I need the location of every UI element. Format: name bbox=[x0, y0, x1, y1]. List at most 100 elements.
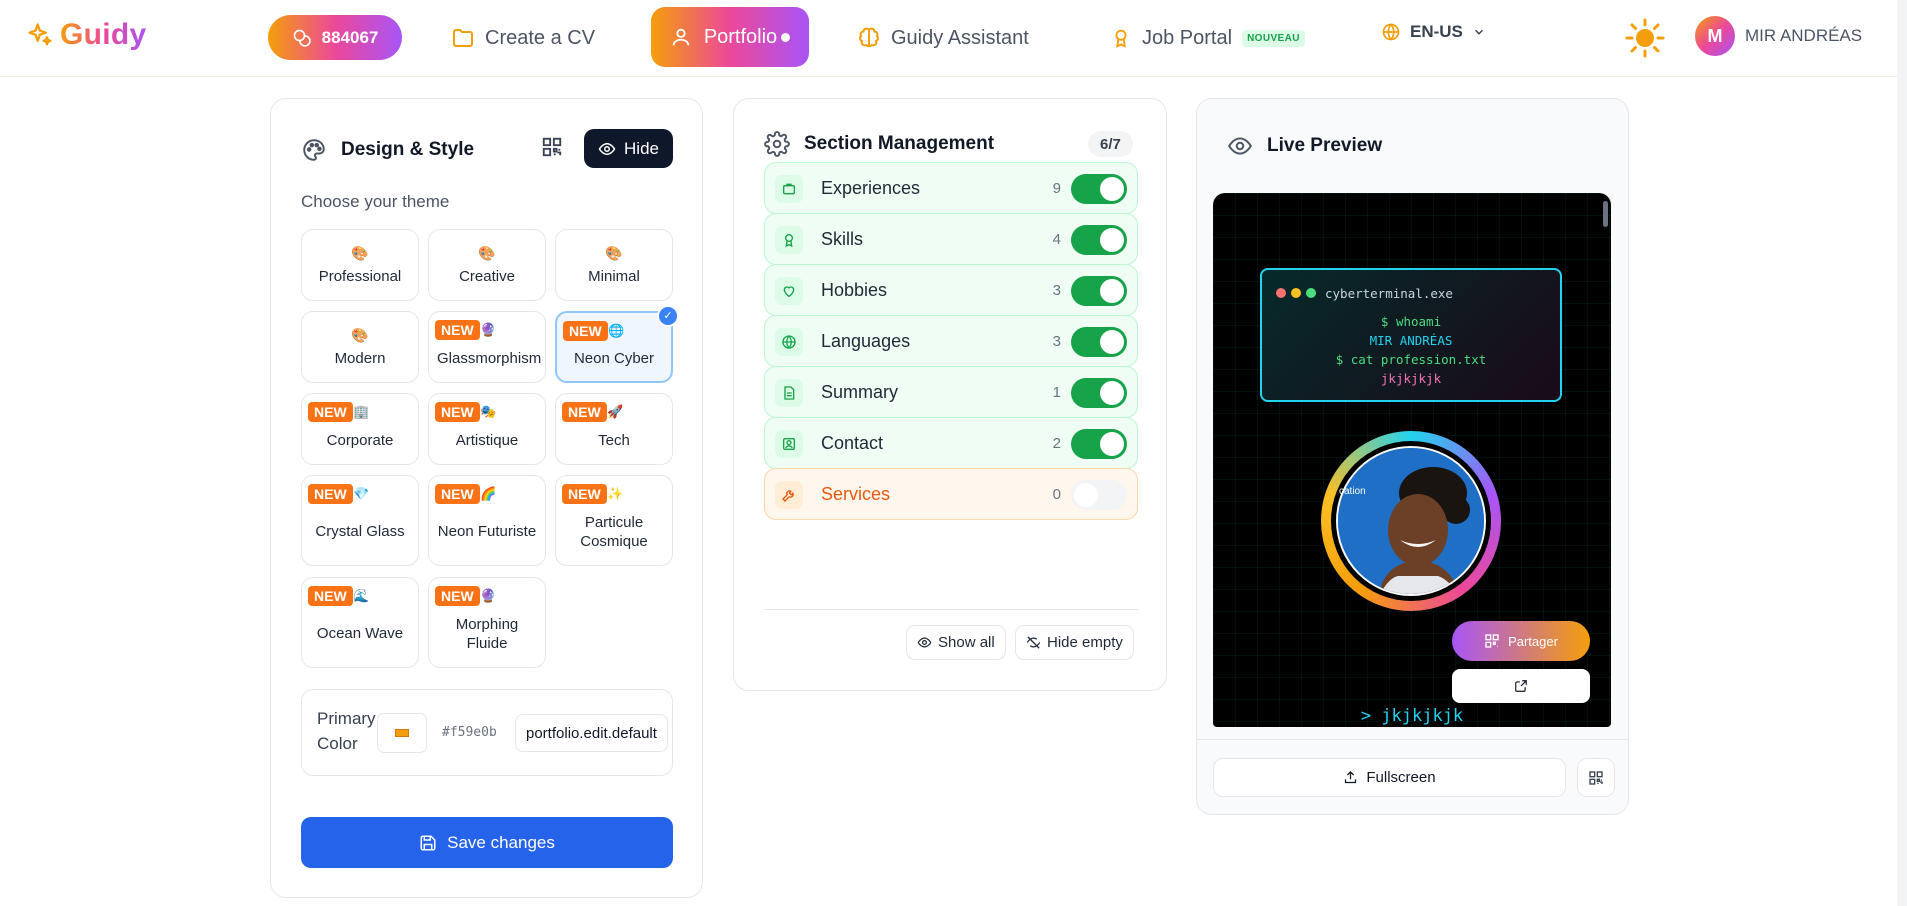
section-management-title: Section Management bbox=[804, 133, 995, 154]
live-preview-header: Live Preview bbox=[1227, 133, 1382, 159]
theme-emoji-icon: 🌐 bbox=[608, 323, 625, 338]
active-dot bbox=[781, 32, 791, 42]
user-menu[interactable]: M MIR ANDRÉAS bbox=[1695, 16, 1862, 56]
theme-card[interactable]: NEW 🌐 Neon Cyber ✓ bbox=[555, 305, 679, 383]
language-label: EN-US bbox=[1410, 22, 1463, 41]
theme-card[interactable]: NEW 🔮 Glassmorphism bbox=[428, 311, 546, 383]
coins-icon bbox=[293, 29, 311, 47]
fullscreen-button[interactable]: Fullscreen bbox=[1213, 758, 1566, 797]
section-toggle[interactable] bbox=[1071, 327, 1127, 357]
section-toggle[interactable] bbox=[1071, 174, 1127, 204]
show-all-label: Show all bbox=[938, 634, 995, 651]
primary-color-section: Primary Color #f59e0b portfolio.edit.def… bbox=[301, 689, 673, 776]
qr-code-button[interactable] bbox=[1577, 758, 1615, 797]
preview-tagline: > jkjkjkjk bbox=[1360, 706, 1464, 726]
section-row[interactable]: Contact 2 bbox=[764, 417, 1138, 469]
section-row[interactable]: Skills 4 bbox=[764, 213, 1138, 265]
nav-guidy-assistant[interactable]: Guidy Assistant bbox=[857, 18, 1029, 58]
hide-button[interactable]: Hide bbox=[584, 129, 673, 168]
live-preview-panel: Live Preview cyberterminal.exe $ whoami … bbox=[1196, 98, 1629, 815]
chevron-down-icon bbox=[1474, 29, 1483, 35]
section-label: Skills bbox=[821, 228, 864, 249]
show-all-button[interactable]: Show all bbox=[906, 625, 1006, 660]
save-changes-button[interactable]: Save changes bbox=[301, 817, 673, 868]
nav-create-cv[interactable]: Create a CV bbox=[451, 18, 595, 58]
section-toggle[interactable] bbox=[1071, 480, 1127, 510]
theme-card[interactable]: NEW 🌈 Neon Futuriste bbox=[428, 475, 546, 566]
new-badge: NEW bbox=[308, 484, 353, 504]
palette-emoji-icon: 🎨 bbox=[478, 244, 496, 261]
globe-icon bbox=[1382, 23, 1400, 41]
theme-card[interactable]: NEW 🌊 Ocean Wave bbox=[301, 577, 419, 668]
section-toggle[interactable] bbox=[1071, 276, 1127, 306]
award-icon bbox=[775, 226, 803, 254]
eye-icon bbox=[917, 637, 932, 648]
primary-color-label: Primary Color bbox=[317, 709, 376, 753]
theme-emoji-icon: 🔮 bbox=[480, 588, 497, 603]
theme-card[interactable]: 🎨 Modern bbox=[301, 311, 419, 383]
logo-text: Guidy bbox=[60, 18, 147, 51]
section-toggle[interactable] bbox=[1071, 225, 1127, 255]
theme-card[interactable]: NEW 🎭 Artistique bbox=[428, 393, 546, 465]
hide-empty-button[interactable]: Hide empty bbox=[1015, 625, 1134, 660]
theme-emoji-icon: 🌊 bbox=[353, 588, 370, 603]
theme-name: Tech bbox=[598, 431, 630, 449]
theme-card[interactable]: NEW 🚀 Tech bbox=[555, 393, 673, 465]
preview-scrollbar[interactable] bbox=[1603, 201, 1608, 227]
section-row[interactable]: Languages 3 bbox=[764, 315, 1138, 367]
section-label: Experiences bbox=[821, 177, 921, 198]
new-badge: NEW bbox=[435, 320, 480, 340]
theme-card[interactable]: NEW 💎 Crystal Glass bbox=[301, 475, 419, 566]
new-badge: NEW bbox=[308, 402, 353, 422]
share-button[interactable]: Partager bbox=[1452, 621, 1590, 661]
new-badge: NEW bbox=[562, 484, 607, 504]
points-value: 884067 bbox=[321, 27, 379, 47]
theme-name: Modern bbox=[334, 349, 386, 367]
section-row[interactable]: Summary 1 bbox=[764, 366, 1138, 418]
theme-card[interactable]: 🎨 Minimal bbox=[555, 229, 673, 301]
top-navigation: Guidy 884067 Create a CV Portfolio Guidy… bbox=[0, 0, 1907, 77]
section-row[interactable]: Services 0 bbox=[764, 468, 1138, 520]
theme-card[interactable]: NEW ✨ Particule Cosmique bbox=[555, 475, 673, 566]
color-picker[interactable] bbox=[377, 713, 427, 753]
section-toggle[interactable] bbox=[1071, 429, 1127, 459]
portfolio-preview[interactable]: cyberterminal.exe $ whoami MIR ANDRÉAS $… bbox=[1213, 193, 1611, 727]
file-text-icon bbox=[775, 379, 803, 407]
section-label: Contact bbox=[821, 432, 884, 453]
theme-card[interactable]: NEW 🏢 Corporate bbox=[301, 393, 419, 465]
section-item-count: 0 bbox=[1052, 485, 1061, 503]
nav-portfolio[interactable]: Portfolio bbox=[651, 7, 809, 67]
logo[interactable]: Guidy bbox=[26, 18, 147, 52]
profile-photo bbox=[1336, 446, 1486, 596]
fullscreen-label: Fullscreen bbox=[1366, 769, 1436, 786]
language-selector[interactable]: EN-US bbox=[1381, 22, 1486, 42]
page-scrollbar[interactable] bbox=[1897, 0, 1907, 906]
nav-job-portal[interactable]: Job Portal NOUVEAU bbox=[1110, 18, 1305, 58]
terminal-line: $ whoami bbox=[1380, 314, 1442, 329]
sun-icon[interactable] bbox=[1625, 18, 1665, 58]
folder-icon bbox=[453, 29, 473, 47]
theme-emoji-icon: 🌈 bbox=[480, 486, 497, 501]
section-row[interactable]: Experiences 9 bbox=[764, 162, 1138, 214]
terminal-window: cyberterminal.exe $ whoami MIR ANDRÉAS $… bbox=[1260, 268, 1562, 402]
color-default-button[interactable]: portfolio.edit.default bbox=[515, 714, 668, 752]
theme-name: Professional bbox=[318, 267, 402, 285]
points-button[interactable]: 884067 bbox=[268, 15, 402, 60]
theme-name: Minimal bbox=[588, 267, 640, 285]
section-toggle[interactable] bbox=[1071, 378, 1127, 408]
award-icon bbox=[1115, 29, 1127, 48]
open-external-button[interactable] bbox=[1452, 669, 1590, 703]
qr-code-icon[interactable] bbox=[541, 136, 563, 158]
terminal-line: $ cat profession.txt bbox=[1335, 352, 1487, 367]
section-management-header: Section Management bbox=[764, 131, 994, 157]
section-label: Services bbox=[821, 483, 891, 504]
section-row[interactable]: Hobbies 3 bbox=[764, 264, 1138, 316]
heart-icon bbox=[775, 277, 803, 305]
theme-card[interactable]: NEW 🔮 Morphing Fluide bbox=[428, 577, 546, 668]
theme-card[interactable]: 🎨 Professional bbox=[301, 229, 419, 301]
theme-name: Creative bbox=[459, 267, 515, 285]
avatar: M bbox=[1695, 16, 1735, 56]
theme-name: Ocean Wave bbox=[316, 625, 404, 642]
theme-card[interactable]: 🎨 Creative bbox=[428, 229, 546, 301]
divider bbox=[1197, 739, 1628, 740]
